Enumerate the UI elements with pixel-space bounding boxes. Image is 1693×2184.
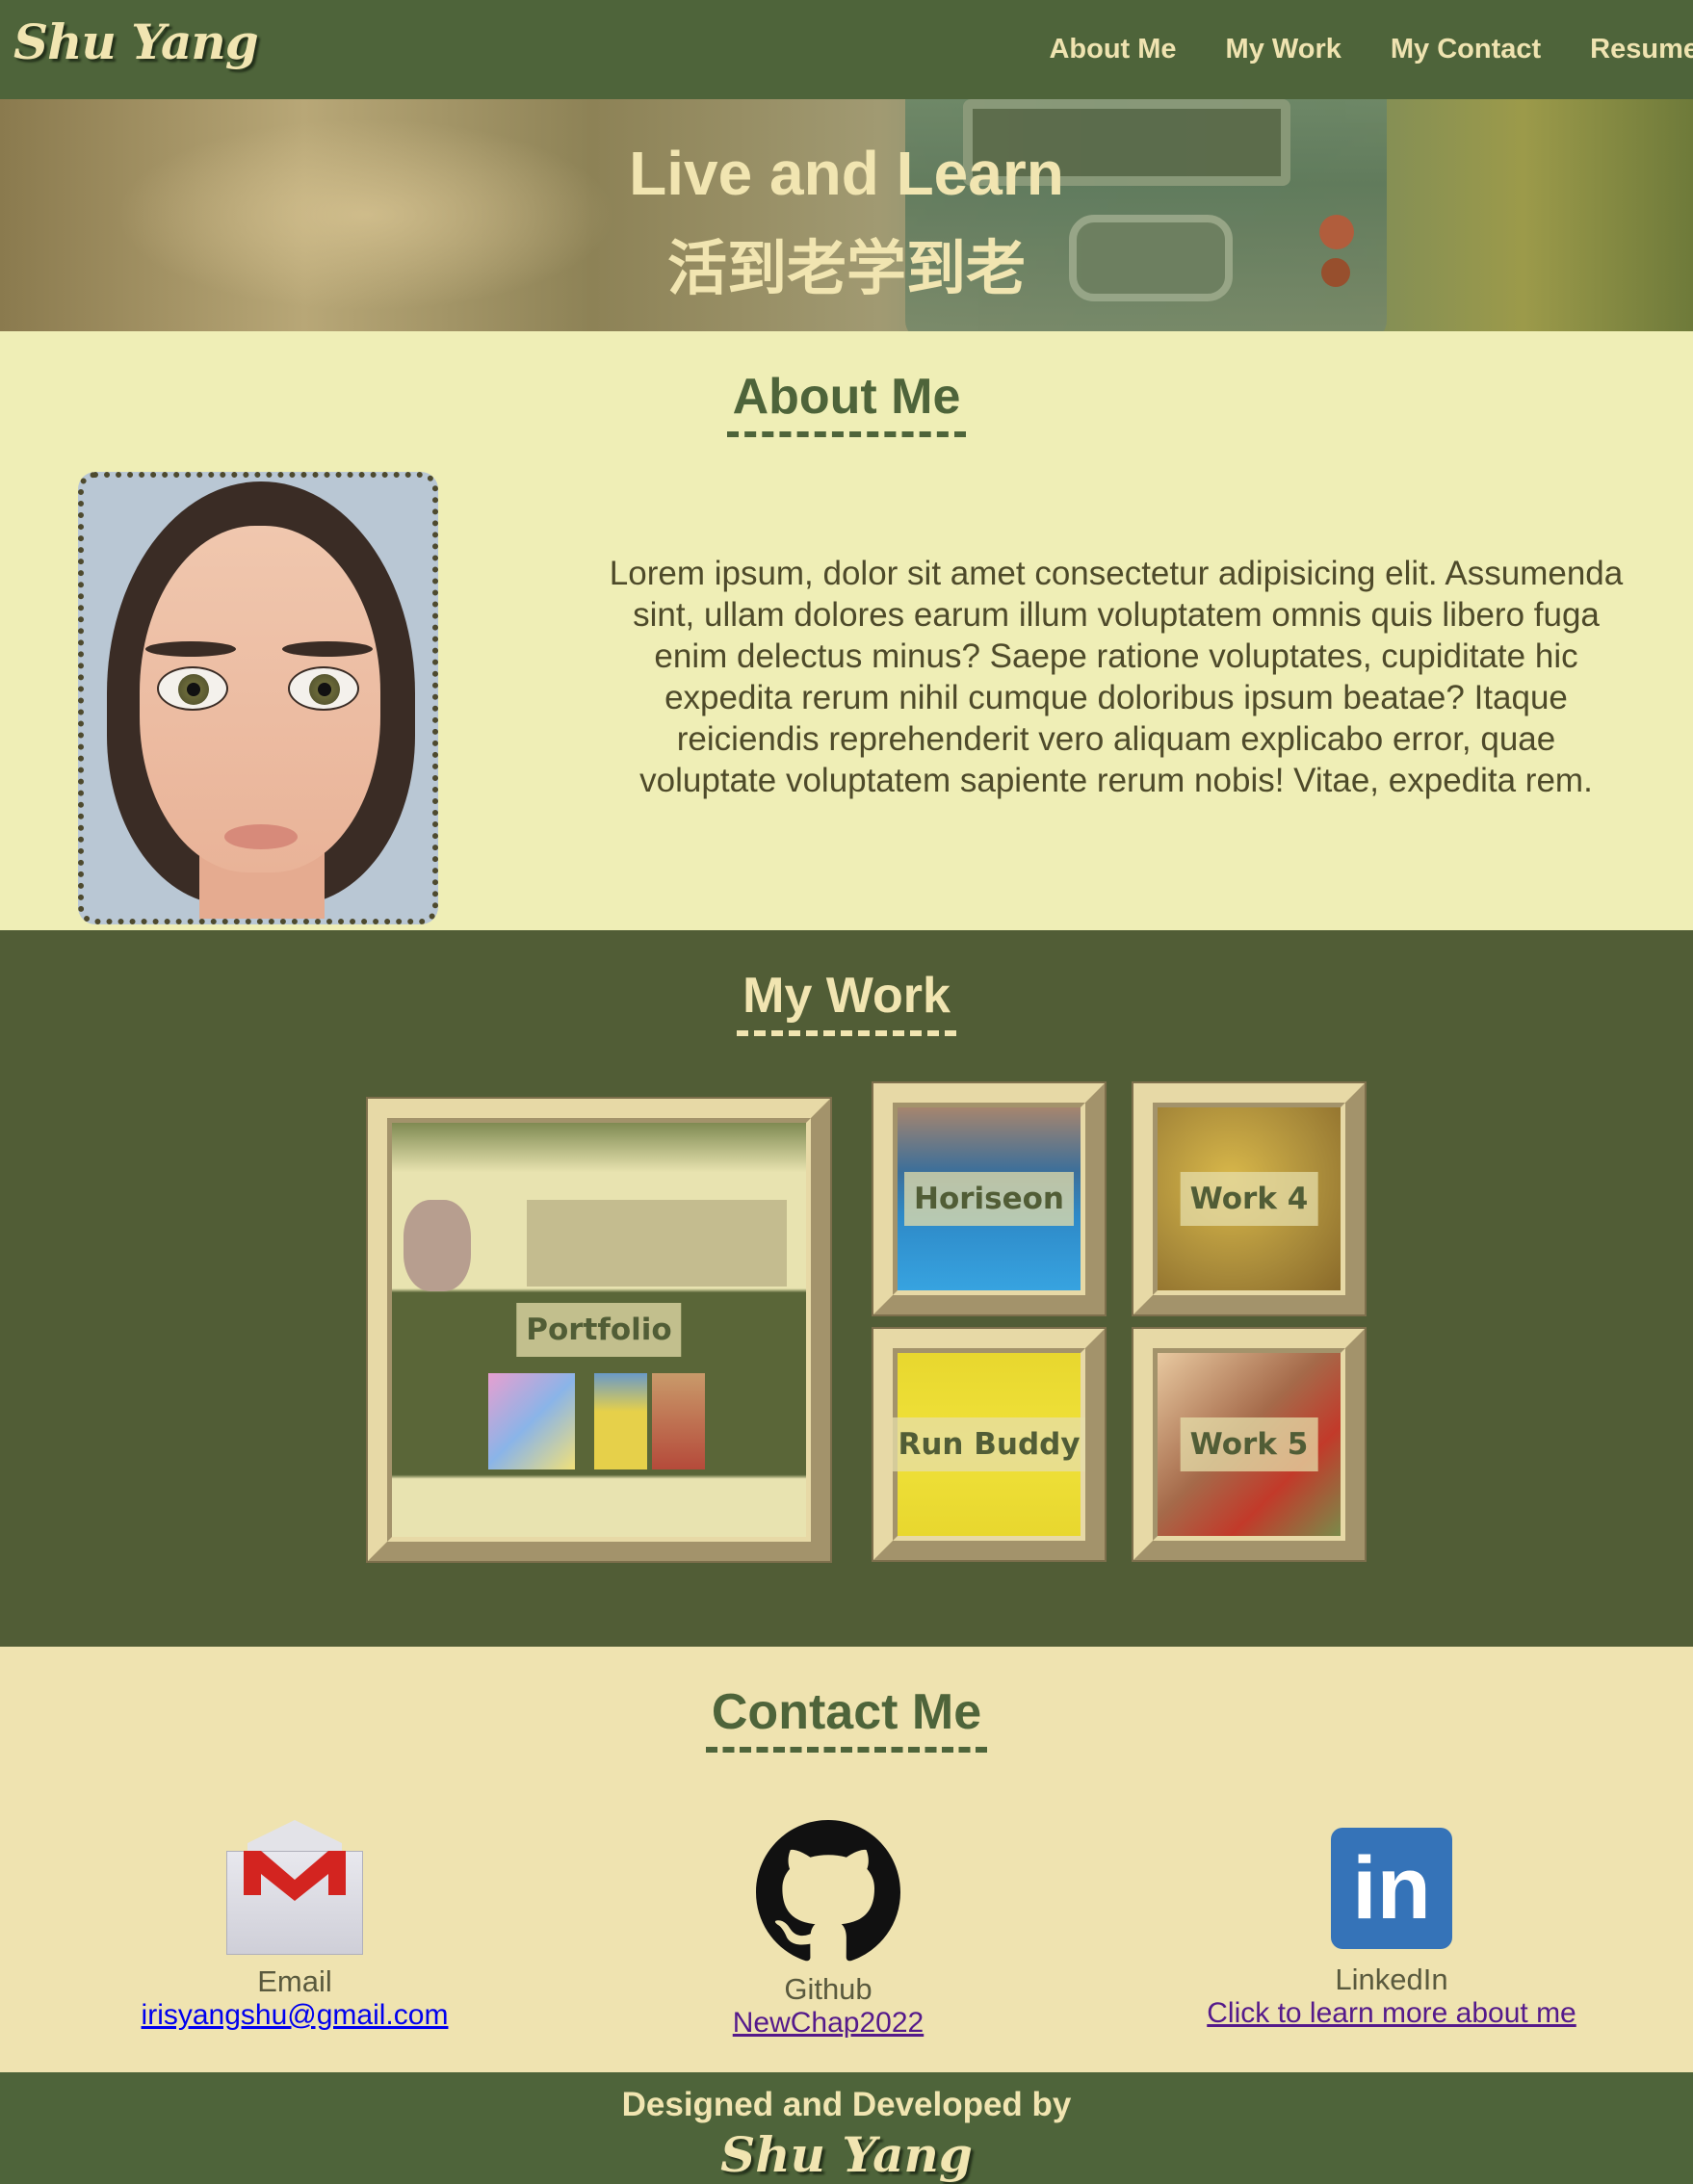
work-tile-portfolio[interactable]: Portfolio (366, 1097, 832, 1563)
work-tile-label: Horiseon (904, 1172, 1074, 1226)
work-title-wrap: My Work (0, 967, 1693, 1036)
hero-banner: Live and Learn 活到老学到老 (0, 99, 1693, 331)
work-tile-work-5[interactable]: Work 5 (1132, 1327, 1367, 1562)
contact-email: Email irisyangshu@gmail.com (96, 1820, 493, 2032)
work-tile-horiseon[interactable]: Horiseon (872, 1081, 1107, 1316)
contact-section: Contact Me Email irisyangshu@gmail.com G… (0, 1647, 1693, 2072)
avatar-iris (309, 674, 340, 705)
hero-title-chinese: 活到老学到老 (666, 233, 1026, 303)
work-tile-work-4[interactable]: Work 4 (1132, 1081, 1367, 1316)
contact-title: Contact Me (705, 1683, 988, 1753)
work-tile-label: Work 5 (1180, 1417, 1318, 1471)
thumbnail-avatar (404, 1200, 471, 1291)
main-nav: About Me My Work My Contact Resume (1000, 0, 1693, 99)
work-tile-run-buddy[interactable]: Run Buddy (872, 1327, 1107, 1562)
linkedin-icon[interactable]: in (1331, 1828, 1452, 1949)
nav-link-my-contact[interactable]: My Contact (1391, 34, 1541, 65)
avatar-eye (288, 666, 359, 711)
avatar-brow (282, 641, 373, 657)
contact-linkedin-label: LinkedIn (1335, 1963, 1448, 1996)
contact-linkedin: in LinkedIn Click to learn more about me (1156, 1820, 1628, 2030)
site-logo[interactable]: Shu Yang (13, 13, 259, 70)
about-title-wrap: About Me (0, 368, 1693, 437)
work-tile-label: Work 4 (1180, 1172, 1318, 1226)
contact-title-wrap: Contact Me (0, 1683, 1693, 1753)
about-section: About Me Lorem ipsum, dolor sit amet con… (0, 331, 1693, 930)
thumbnail-card (652, 1373, 705, 1469)
contact-email-label: Email (257, 1964, 332, 1998)
avatar-iris (178, 674, 209, 705)
footer-credit: Designed and Developed by (621, 2086, 1072, 2123)
contact-linkedin-link[interactable]: Click to learn more about me (1156, 1997, 1628, 2030)
work-tile-label: Portfolio (516, 1303, 682, 1357)
nav-link-resume[interactable]: Resume (1590, 34, 1693, 65)
nav-link-my-work[interactable]: My Work (1226, 34, 1341, 65)
work-section: My Work Portfolio Horiseon Work 4 Run Bu… (0, 930, 1693, 1647)
github-octocat-glyph (756, 1820, 900, 1962)
thumbnail-text-block (527, 1200, 787, 1287)
contact-email-link[interactable]: irisyangshu@gmail.com (96, 1999, 493, 2032)
avatar-lips (224, 824, 298, 849)
about-paragraph: Lorem ipsum, dolor sit amet consectetur … (609, 555, 1624, 799)
gmail-m-glyph (244, 1851, 346, 1901)
footer-author-name: Shu Yang (720, 2126, 973, 2183)
contact-github: Github NewChap2022 (636, 1820, 1021, 2040)
thumbnail-card (594, 1373, 647, 1469)
site-header: Shu Yang About Me My Work My Contact Res… (0, 0, 1693, 99)
contact-github-link[interactable]: NewChap2022 (636, 2007, 1021, 2040)
about-title: About Me (726, 368, 967, 437)
thumbnail-card (488, 1373, 575, 1469)
avatar-eye (157, 666, 228, 711)
site-footer: Designed and Developed by Shu Yang (0, 2072, 1693, 2184)
avatar-brow (145, 641, 236, 657)
work-title: My Work (737, 967, 956, 1036)
github-icon[interactable] (756, 1820, 900, 1964)
contact-github-label: Github (784, 1972, 873, 2006)
hero-title-english: Live and Learn (629, 139, 1064, 208)
nav-link-about-me[interactable]: About Me (1049, 34, 1176, 65)
gmail-icon[interactable] (226, 1820, 363, 1957)
work-tile-label: Run Buddy (893, 1417, 1085, 1471)
avatar (78, 472, 438, 924)
